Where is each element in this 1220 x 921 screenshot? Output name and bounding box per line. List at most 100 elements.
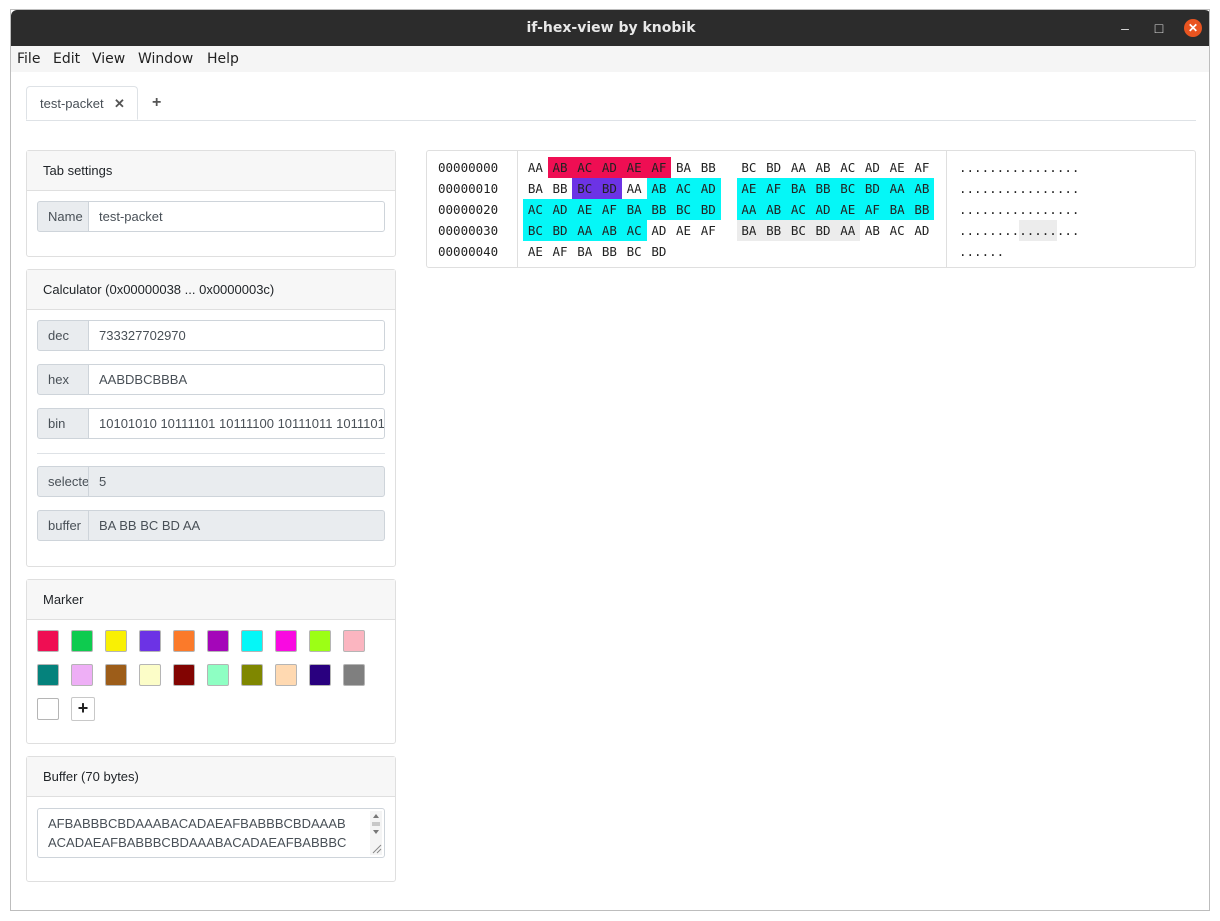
marker-color-swatch[interactable] bbox=[343, 664, 365, 686]
hex-byte[interactable]: BC bbox=[572, 178, 597, 199]
marker-color-swatch[interactable] bbox=[139, 664, 161, 686]
hex-byte[interactable]: BA bbox=[622, 199, 647, 220]
hex-byte[interactable]: BA bbox=[572, 241, 597, 262]
hex-byte[interactable]: BC bbox=[737, 157, 762, 178]
maximize-icon[interactable]: □ bbox=[1150, 19, 1168, 37]
bin-input[interactable]: 10101010 10111101 10111100 10111011 1011… bbox=[88, 408, 385, 439]
ascii-column[interactable]: ...... bbox=[959, 241, 1004, 262]
hex-byte[interactable]: BA bbox=[786, 178, 811, 199]
hex-byte[interactable]: BD bbox=[647, 241, 672, 262]
ascii-column[interactable]: ................ bbox=[959, 220, 1079, 241]
hex-byte[interactable]: BB bbox=[597, 241, 622, 262]
ascii-column[interactable]: ................ bbox=[959, 157, 1079, 178]
hex-byte[interactable]: AF bbox=[548, 241, 573, 262]
tab-close-icon[interactable]: ✕ bbox=[114, 87, 125, 121]
hex-byte[interactable]: AD bbox=[647, 220, 672, 241]
hex-byte[interactable]: BC bbox=[786, 220, 811, 241]
hex-byte[interactable]: AB bbox=[597, 220, 622, 241]
title-bar[interactable]: if-hex-view by knobik – □ ✕ bbox=[11, 10, 1209, 46]
hex-byte[interactable]: AC bbox=[835, 157, 860, 178]
tab-test-packet[interactable]: test-packet ✕ bbox=[26, 86, 138, 120]
hex-byte[interactable]: BD bbox=[860, 178, 885, 199]
marker-color-swatch[interactable] bbox=[241, 664, 263, 686]
hex-byte[interactable]: AD bbox=[548, 199, 573, 220]
ascii-column[interactable]: ................ bbox=[959, 199, 1079, 220]
marker-color-swatch[interactable] bbox=[207, 664, 229, 686]
hex-byte[interactable]: AF bbox=[910, 157, 935, 178]
hex-byte[interactable]: AD bbox=[597, 157, 622, 178]
hex-byte[interactable]: AD bbox=[910, 220, 935, 241]
hex-byte[interactable]: BB bbox=[811, 178, 836, 199]
hex-byte[interactable]: AA bbox=[786, 157, 811, 178]
hex-byte[interactable]: AE bbox=[737, 178, 762, 199]
hex-byte[interactable]: AA bbox=[737, 199, 762, 220]
marker-color-swatch[interactable] bbox=[37, 630, 59, 652]
hex-byte[interactable]: AC bbox=[622, 220, 647, 241]
close-icon[interactable]: ✕ bbox=[1184, 19, 1202, 37]
hex-byte[interactable]: AB bbox=[860, 220, 885, 241]
hex-byte[interactable]: BD bbox=[597, 178, 622, 199]
marker-color-swatch[interactable] bbox=[105, 664, 127, 686]
hex-byte[interactable]: BB bbox=[910, 199, 935, 220]
hex-byte[interactable]: AD bbox=[811, 199, 836, 220]
hex-byte[interactable]: AE bbox=[523, 241, 548, 262]
hex-byte[interactable]: BD bbox=[761, 157, 786, 178]
hex-byte[interactable]: BB bbox=[761, 220, 786, 241]
marker-color-swatch[interactable] bbox=[241, 630, 263, 652]
hex-byte[interactable]: BA bbox=[885, 199, 910, 220]
hex-byte[interactable]: BC bbox=[622, 241, 647, 262]
hex-byte[interactable]: AE bbox=[671, 220, 696, 241]
hex-byte[interactable]: AE bbox=[835, 199, 860, 220]
hex-byte[interactable]: AE bbox=[885, 157, 910, 178]
hex-byte[interactable]: AA bbox=[622, 178, 647, 199]
hex-byte[interactable]: AA bbox=[885, 178, 910, 199]
hex-byte[interactable]: BD bbox=[696, 199, 721, 220]
hex-byte[interactable]: AC bbox=[885, 220, 910, 241]
hex-byte[interactable]: AB bbox=[811, 157, 836, 178]
hex-byte[interactable]: AE bbox=[622, 157, 647, 178]
marker-color-swatch[interactable] bbox=[275, 664, 297, 686]
hex-byte[interactable]: BA bbox=[737, 220, 762, 241]
hex-byte[interactable]: BC bbox=[671, 199, 696, 220]
hex-byte[interactable]: BA bbox=[523, 178, 548, 199]
dec-input[interactable]: 733327702970 bbox=[88, 320, 385, 351]
menu-view[interactable]: View bbox=[92, 46, 125, 72]
hex-byte[interactable]: AC bbox=[671, 178, 696, 199]
menu-edit[interactable]: Edit bbox=[53, 46, 80, 72]
hex-byte[interactable]: AA bbox=[835, 220, 860, 241]
hex-byte[interactable]: AE bbox=[572, 199, 597, 220]
hex-byte[interactable]: AD bbox=[696, 178, 721, 199]
marker-color-swatch[interactable] bbox=[37, 698, 59, 720]
hex-byte[interactable]: AC bbox=[572, 157, 597, 178]
hex-byte[interactable]: BD bbox=[548, 220, 573, 241]
hex-byte[interactable]: BB bbox=[647, 199, 672, 220]
marker-color-swatch[interactable] bbox=[37, 664, 59, 686]
marker-color-swatch[interactable] bbox=[275, 630, 297, 652]
hex-input[interactable]: AABDBCBBBA bbox=[88, 364, 385, 395]
add-marker-button[interactable]: + bbox=[71, 697, 95, 721]
hex-byte[interactable]: AF bbox=[761, 178, 786, 199]
hex-byte[interactable]: BB bbox=[696, 157, 721, 178]
hex-byte[interactable]: BB bbox=[548, 178, 573, 199]
hex-byte[interactable]: AA bbox=[572, 220, 597, 241]
textarea-scrollbar[interactable] bbox=[370, 811, 382, 855]
hex-byte[interactable]: BA bbox=[671, 157, 696, 178]
marker-color-swatch[interactable] bbox=[343, 630, 365, 652]
marker-color-swatch[interactable] bbox=[309, 630, 331, 652]
hex-byte[interactable]: AC bbox=[786, 199, 811, 220]
marker-color-swatch[interactable] bbox=[71, 630, 93, 652]
marker-color-swatch[interactable] bbox=[309, 664, 331, 686]
marker-color-swatch[interactable] bbox=[173, 630, 195, 652]
ascii-column[interactable]: ................ bbox=[959, 178, 1079, 199]
hex-byte[interactable]: AB bbox=[647, 178, 672, 199]
hex-byte[interactable]: BC bbox=[835, 178, 860, 199]
hex-byte[interactable]: AB bbox=[910, 178, 935, 199]
hex-byte[interactable]: AF bbox=[860, 199, 885, 220]
marker-color-swatch[interactable] bbox=[71, 664, 93, 686]
marker-color-swatch[interactable] bbox=[105, 630, 127, 652]
hex-byte[interactable]: AC bbox=[523, 199, 548, 220]
menu-help[interactable]: Help bbox=[207, 46, 239, 72]
hex-byte[interactable]: AF bbox=[647, 157, 672, 178]
marker-color-swatch[interactable] bbox=[207, 630, 229, 652]
menu-file[interactable]: File bbox=[17, 46, 40, 72]
